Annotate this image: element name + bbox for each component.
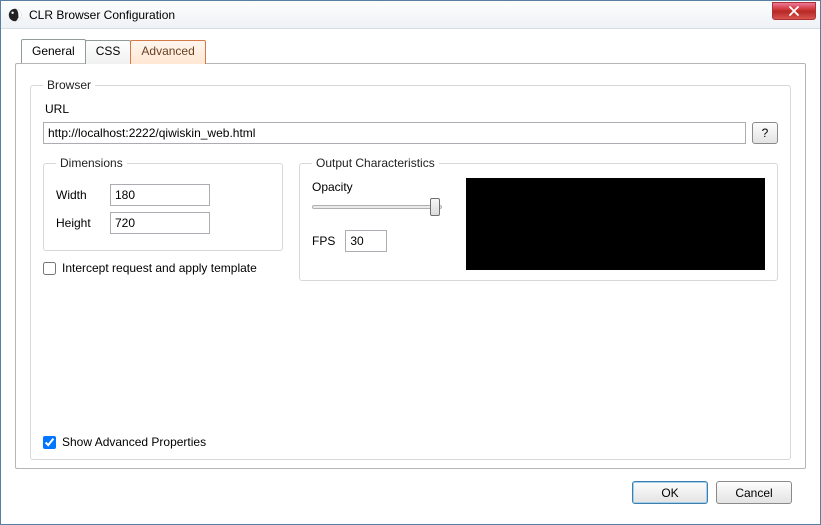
tabstrip: General CSS Advanced	[21, 39, 806, 63]
preview-area	[466, 178, 765, 270]
app-icon	[7, 7, 23, 23]
url-input[interactable]	[43, 122, 746, 144]
titlebar: CLR Browser Configuration	[1, 1, 820, 29]
browser-group: Browser URL ? Dimensions Width	[30, 78, 791, 460]
tabpanel-general: Browser URL ? Dimensions Width	[15, 63, 806, 469]
width-input[interactable]	[110, 184, 210, 206]
width-label: Width	[56, 188, 110, 202]
url-label: URL	[45, 102, 778, 116]
window: CLR Browser Configuration General CSS Ad…	[0, 0, 821, 525]
tab-css[interactable]: CSS	[85, 40, 132, 64]
tab-advanced[interactable]: Advanced	[130, 40, 205, 64]
close-icon	[788, 6, 800, 16]
show-advanced-label: Show Advanced Properties	[62, 435, 206, 449]
footer: OK Cancel	[15, 469, 806, 516]
tab-general[interactable]: General	[21, 39, 86, 63]
height-label: Height	[56, 216, 110, 230]
cancel-button[interactable]: Cancel	[716, 481, 792, 504]
dimensions-legend: Dimensions	[56, 156, 127, 170]
opacity-label: Opacity	[312, 180, 452, 194]
show-advanced-checkbox[interactable]	[43, 436, 56, 449]
output-group: Output Characteristics Opacity FPS	[299, 156, 778, 281]
ok-button[interactable]: OK	[632, 481, 708, 504]
dimensions-group: Dimensions Width Height	[43, 156, 283, 251]
fps-label: FPS	[312, 234, 335, 248]
body: General CSS Advanced Browser URL ? Dim	[1, 29, 820, 524]
output-legend: Output Characteristics	[312, 156, 439, 170]
browser-legend: Browser	[43, 78, 95, 92]
intercept-checkbox[interactable]	[43, 262, 56, 275]
slider-track	[312, 205, 442, 209]
close-button[interactable]	[772, 2, 816, 20]
opacity-slider[interactable]	[312, 196, 442, 218]
height-input[interactable]	[110, 212, 210, 234]
window-title: CLR Browser Configuration	[29, 8, 175, 22]
fps-input[interactable]	[345, 230, 387, 252]
url-help-button[interactable]: ?	[752, 122, 778, 144]
intercept-label: Intercept request and apply template	[62, 261, 257, 275]
slider-thumb[interactable]	[430, 198, 440, 216]
